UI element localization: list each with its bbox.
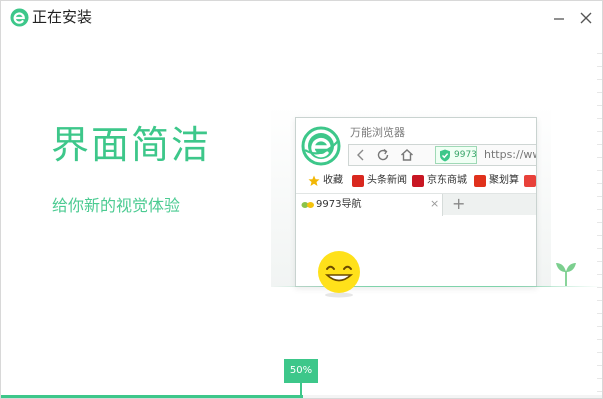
browser-logo-icon	[10, 8, 29, 27]
new-tab-icon: +	[452, 194, 466, 213]
home-icon	[401, 149, 413, 161]
badge-text: 9973	[454, 150, 477, 160]
juhuasuan-icon	[474, 175, 486, 187]
site-favicon-icon	[301, 202, 314, 208]
feature-subline: 给你新的视觉体验	[52, 196, 181, 215]
progress-percent-label: 50%	[289, 365, 313, 376]
toutiao-icon	[352, 175, 364, 187]
minimize-icon[interactable]	[550, 9, 568, 27]
sprout-icon	[556, 263, 576, 286]
tab-9973-nav: 9973导航 ×	[296, 194, 443, 216]
tab-close-icon: ×	[430, 197, 440, 210]
bookmark-bar: 收藏 头条新闻 京东商城 聚划算	[308, 173, 536, 189]
partial-bookmark-icon	[524, 175, 536, 187]
star-icon	[308, 175, 320, 186]
browser-name: 万能浏览器	[350, 126, 405, 139]
browser-logo-icon	[301, 126, 341, 166]
back-icon	[357, 149, 364, 161]
progress-bar-fill	[1, 395, 303, 398]
progress-percent-flag: 50%	[284, 359, 318, 383]
feature-illustration: 万能浏览器 9973 https://ww 收藏 头条新闻 京东商城 聚划算 9…	[271, 105, 601, 305]
window-title: 正在安装	[32, 8, 93, 26]
smiley-face-icon	[318, 251, 360, 298]
shield-check-icon	[440, 149, 450, 162]
progress-marker	[300, 383, 302, 395]
progress-bar	[1, 395, 602, 398]
title-bar: 正在安装	[1, 1, 602, 35]
address-bar: 9973 https://ww	[348, 144, 537, 166]
url-text: https://ww	[484, 148, 537, 161]
close-icon[interactable]	[577, 9, 595, 27]
tab-strip: 9973导航 × +	[296, 193, 536, 216]
installer-window: 正在安装 界面简洁 给你新的视觉体验 万能浏览器 9973 https://ww…	[0, 0, 603, 399]
refresh-icon	[377, 148, 389, 161]
security-badge: 9973	[435, 146, 477, 164]
jd-icon	[412, 175, 424, 187]
feature-headline: 界面简洁	[51, 123, 212, 167]
